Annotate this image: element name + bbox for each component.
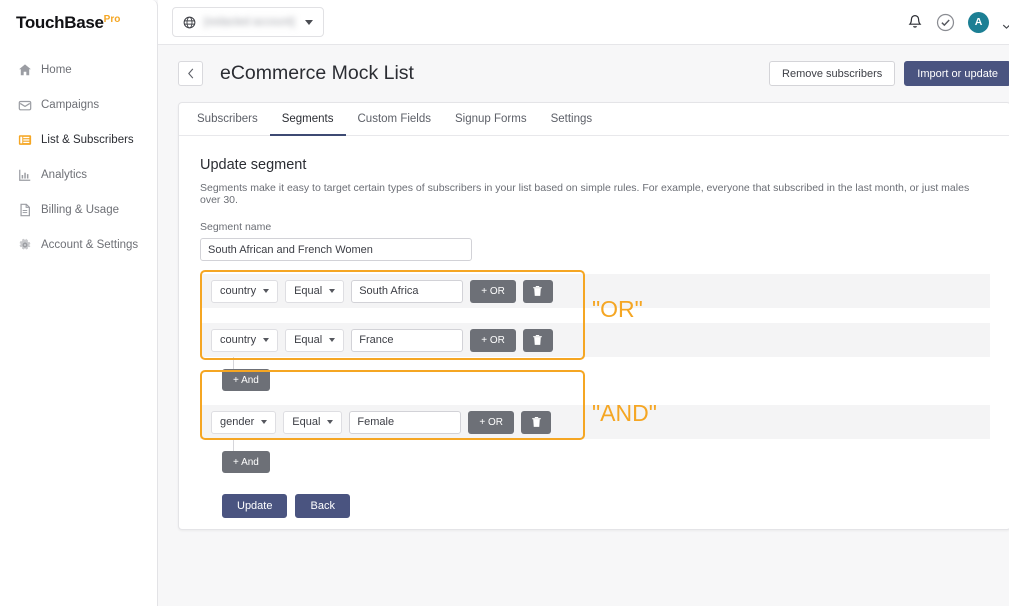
and-button-row-1: + And xyxy=(200,451,990,473)
account-selector[interactable]: [redacted account] xyxy=(172,7,324,37)
tab-subscribers[interactable]: Subscribers xyxy=(185,103,270,136)
tab-custom-fields[interactable]: Custom Fields xyxy=(346,103,444,136)
sidebar-item-campaigns[interactable]: Campaigns xyxy=(0,93,157,117)
rule-field-label-1: country xyxy=(220,334,256,346)
gear-icon xyxy=(18,238,32,252)
rule-field-label-2: gender xyxy=(220,416,254,428)
sidebar-item-account-settings[interactable]: Account & Settings xyxy=(0,233,157,257)
and-annotation-label: "AND" xyxy=(592,400,657,427)
update-button[interactable]: Update xyxy=(222,494,287,518)
list-icon xyxy=(18,133,32,147)
tab-bar: Subscribers Segments Custom Fields Signu… xyxy=(179,103,1009,136)
document-icon xyxy=(18,203,32,217)
back-button[interactable] xyxy=(178,61,203,86)
top-bar-actions: A xyxy=(907,12,1009,33)
sidebar-item-billing-usage[interactable]: Billing & Usage xyxy=(0,198,157,222)
chevron-down-icon xyxy=(329,289,335,293)
globe-icon xyxy=(183,16,196,29)
tab-segments[interactable]: Segments xyxy=(270,103,346,136)
chevron-down-icon[interactable] xyxy=(1002,18,1009,27)
rule-operator-label-0: Equal xyxy=(294,285,322,297)
sidebar-nav: Home Campaigns List & Subscribers Analyt… xyxy=(0,58,157,257)
rule-field-select-2[interactable]: gender xyxy=(211,411,276,434)
page-header-actions: Remove subscribers Import or update xyxy=(769,61,1009,86)
rule-operator-label-2: Equal xyxy=(292,416,320,428)
back-button-footer[interactable]: Back xyxy=(295,494,349,518)
rule-value-input-0[interactable] xyxy=(351,280,463,303)
import-or-update-button[interactable]: Import or update xyxy=(904,61,1009,86)
or-annotation-label: "OR" xyxy=(592,296,643,323)
trash-icon xyxy=(532,285,543,297)
main-area: [redacted account] A eCommerce Moc xyxy=(158,0,1009,606)
sidebar-item-label-campaigns: Campaigns xyxy=(41,99,99,111)
rule-row: country Equal + OR xyxy=(200,323,990,357)
trash-icon xyxy=(531,416,542,428)
check-circle-icon[interactable] xyxy=(936,13,955,32)
logo-text-main: TouchBase xyxy=(16,13,104,33)
rules-builder: country Equal + OR xyxy=(200,274,990,473)
sidebar-item-analytics[interactable]: Analytics xyxy=(0,163,157,187)
sidebar-item-label-account-settings: Account & Settings xyxy=(41,239,138,251)
chevron-down-icon xyxy=(263,289,269,293)
chevron-left-icon xyxy=(187,68,195,79)
sidebar-item-label-billing-usage: Billing & Usage xyxy=(41,204,119,216)
sidebar-item-label-home: Home xyxy=(41,64,72,76)
add-or-button-2[interactable]: + OR xyxy=(468,411,514,434)
rule-operator-select-2[interactable]: Equal xyxy=(283,411,342,434)
segment-name-input[interactable] xyxy=(200,238,472,261)
section-heading: Update segment xyxy=(200,157,990,173)
page-header: eCommerce Mock List Remove subscribers I… xyxy=(158,45,1009,102)
sidebar-item-label-list-subscribers: List & Subscribers xyxy=(41,134,134,146)
bar-chart-icon xyxy=(18,168,32,182)
segment-editor: Update segment Segments make it easy to … xyxy=(179,136,1009,518)
chevron-down-icon xyxy=(263,338,269,342)
rule-operator-select-0[interactable]: Equal xyxy=(285,280,344,303)
section-description: Segments make it easy to target certain … xyxy=(200,182,990,206)
top-bar: [redacted account] A xyxy=(158,0,1009,45)
add-and-button-1[interactable]: + And xyxy=(222,451,270,473)
delete-rule-button-0[interactable] xyxy=(523,280,553,303)
envelope-icon xyxy=(18,98,32,112)
chevron-down-icon xyxy=(327,420,333,424)
remove-subscribers-button[interactable]: Remove subscribers xyxy=(769,61,895,86)
segment-name-label: Segment name xyxy=(200,221,990,233)
add-and-button-0[interactable]: + And xyxy=(222,369,270,391)
rule-value-input-1[interactable] xyxy=(351,329,463,352)
sidebar-item-home[interactable]: Home xyxy=(0,58,157,82)
segment-card: Subscribers Segments Custom Fields Signu… xyxy=(178,102,1009,530)
chevron-down-icon xyxy=(329,338,335,342)
logo-text-pro: Pro xyxy=(104,14,121,25)
app-root: TouchBasePro Home Campaigns List & Subsc… xyxy=(0,0,1009,606)
rule-value-input-2[interactable] xyxy=(349,411,461,434)
add-or-button-0[interactable]: + OR xyxy=(470,280,516,303)
rule-field-label-0: country xyxy=(220,285,256,297)
trash-icon xyxy=(532,334,543,346)
bell-icon[interactable] xyxy=(907,14,923,31)
and-button-row-0: + And xyxy=(200,369,990,391)
avatar[interactable]: A xyxy=(968,12,989,33)
add-or-button-1[interactable]: + OR xyxy=(470,329,516,352)
rule-field-select-0[interactable]: country xyxy=(211,280,278,303)
rule-operator-select-1[interactable]: Equal xyxy=(285,329,344,352)
tab-signup-forms[interactable]: Signup Forms xyxy=(443,103,539,136)
sidebar-item-list-subscribers[interactable]: List & Subscribers xyxy=(0,128,157,152)
sidebar-item-label-analytics: Analytics xyxy=(41,169,87,181)
chevron-down-icon xyxy=(305,20,313,25)
account-name-label: [redacted account] xyxy=(204,16,297,28)
delete-rule-button-1[interactable] xyxy=(523,329,553,352)
form-actions: Update Back xyxy=(200,494,990,518)
rule-field-select-1[interactable]: country xyxy=(211,329,278,352)
chevron-down-icon xyxy=(261,420,267,424)
tab-settings[interactable]: Settings xyxy=(539,103,605,136)
home-icon xyxy=(18,63,32,77)
delete-rule-button-2[interactable] xyxy=(521,411,551,434)
app-logo[interactable]: TouchBasePro xyxy=(0,13,157,45)
rule-operator-label-1: Equal xyxy=(294,334,322,346)
page-title: eCommerce Mock List xyxy=(220,62,414,85)
sidebar: TouchBasePro Home Campaigns List & Subsc… xyxy=(0,0,158,606)
